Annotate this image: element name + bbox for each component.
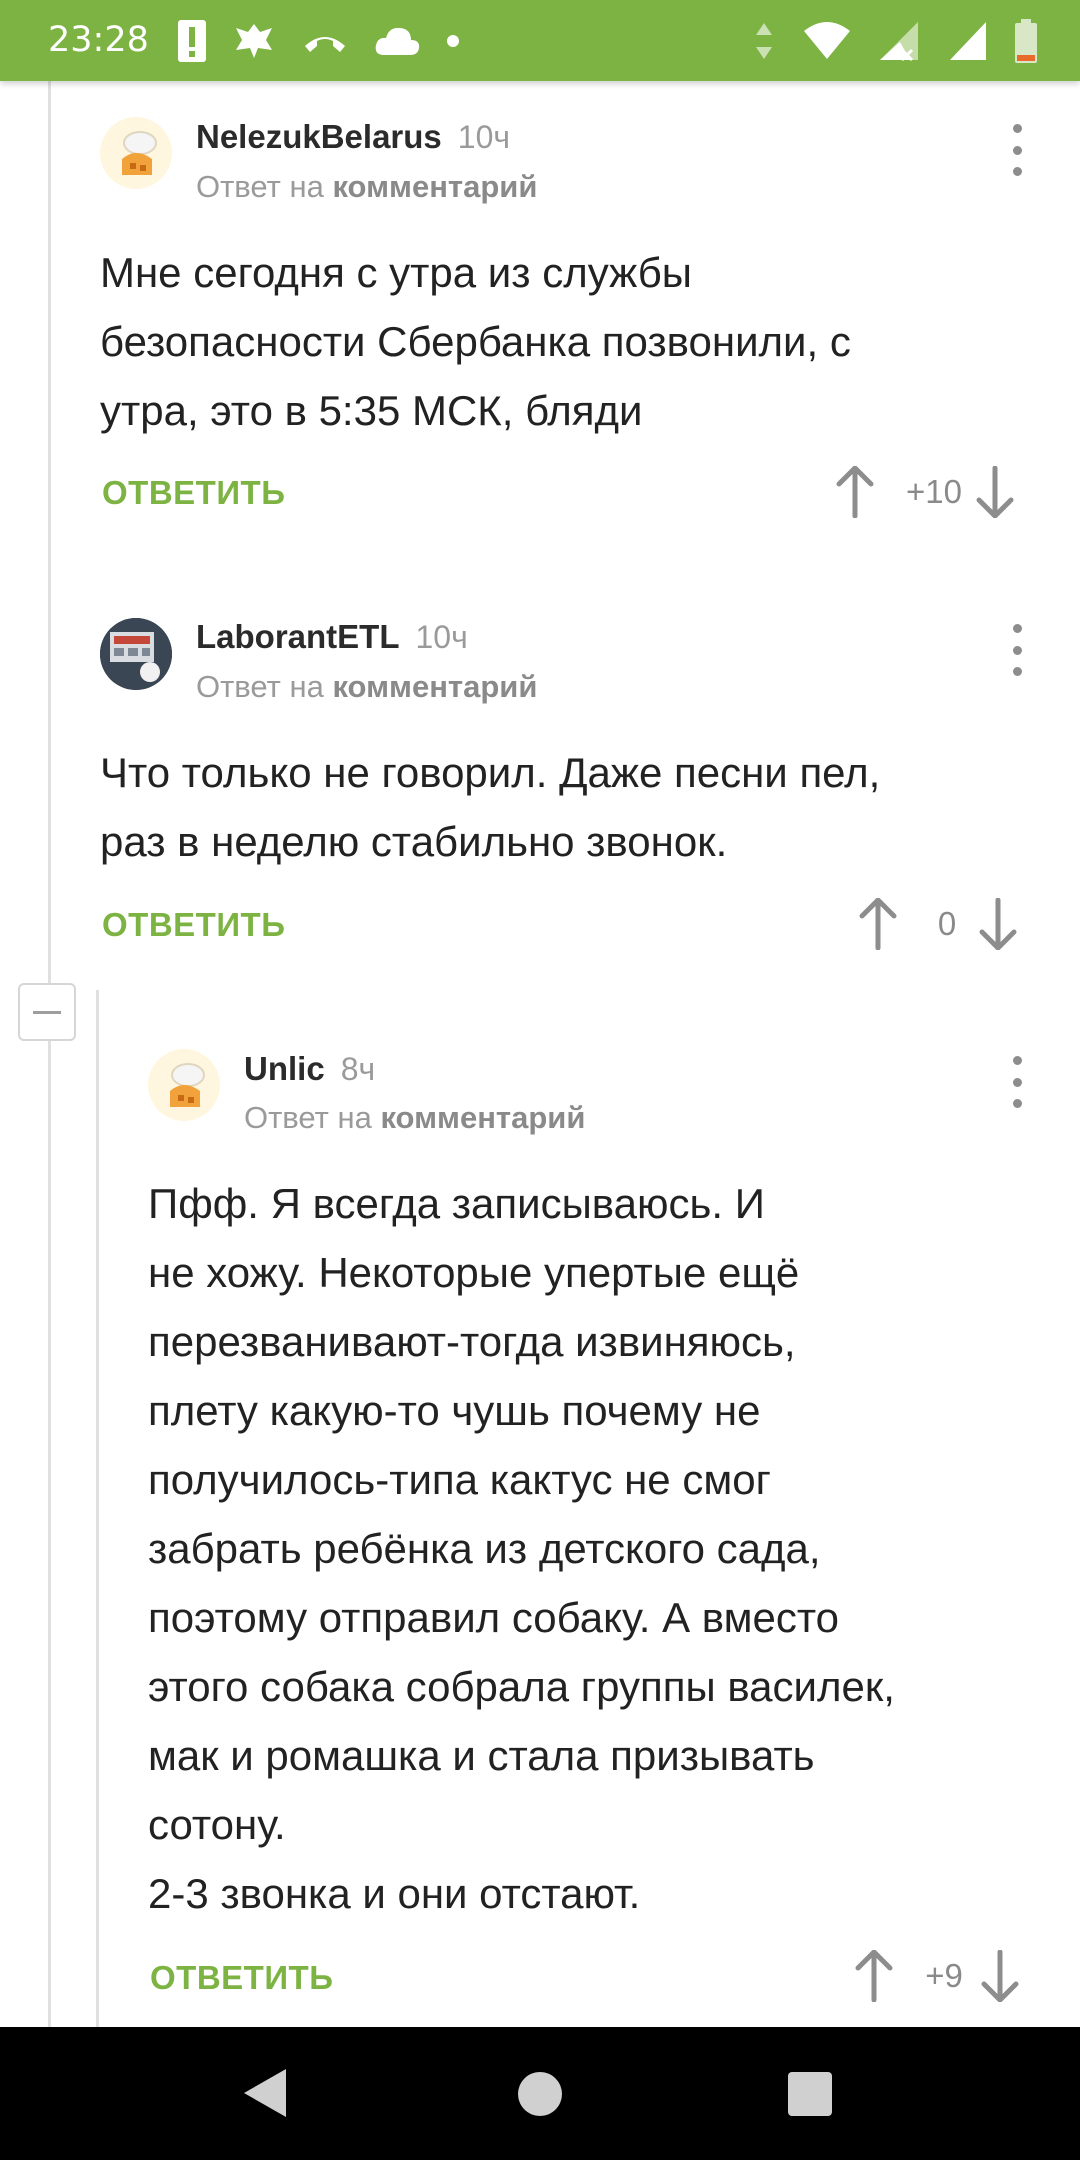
comment-text-line: Что только не говорил. Даже песни пел, (100, 749, 881, 796)
reply-button[interactable]: ОТВЕТИТЬ (102, 906, 285, 944)
avatar-pikabu-icon (122, 131, 157, 175)
battery-icon (1015, 19, 1037, 63)
upvote-arrow-icon[interactable] (859, 898, 897, 950)
comment-text-line: сотону. (148, 1801, 286, 1848)
thread-line-root (48, 81, 51, 2027)
cloud-icon (375, 27, 420, 55)
reply-to-link[interactable]: комментарий (332, 169, 537, 204)
signal-no-data-icon (880, 22, 918, 62)
comment-author[interactable]: NelezukBelarus (196, 118, 442, 156)
alert-icon (178, 20, 206, 62)
navigation-bar (0, 2027, 1080, 2160)
avatar-device-icon (100, 618, 172, 690)
comment-text-line: не хожу. Некоторые упертые ещё (148, 1249, 800, 1296)
emblem-icon (236, 24, 272, 58)
comment-time: 10ч (415, 619, 468, 655)
comment-time: 10ч (457, 119, 511, 155)
dot-icon (447, 35, 459, 47)
reply-to-label: Ответ на (196, 169, 324, 204)
comment-text-line: Пфф. Я всегда записываюсь. И (148, 1180, 765, 1227)
reply-to-link[interactable]: комментарий (380, 1100, 585, 1135)
comment-text-line: мак и ромашка и стала призывать (148, 1732, 815, 1779)
avatar[interactable] (100, 618, 172, 690)
comment-text-line: утра, это в 5:35 МСК, бляди (100, 387, 643, 434)
avatar[interactable] (148, 1049, 220, 1121)
vote-score: 0 (937, 905, 957, 942)
collapse-thread-button[interactable] (18, 983, 76, 1041)
downvote-arrow-icon[interactable] (976, 466, 1014, 518)
comment-text-line: 2-3 звонка и они отстают. (148, 1870, 641, 1917)
reply-to-label: Ответ на (244, 1100, 372, 1135)
upvote-arrow-icon[interactable] (836, 466, 874, 518)
status-bar: 23:28 (0, 0, 1080, 81)
comment-menu-button[interactable] (1002, 620, 1032, 680)
downvote-arrow-icon[interactable] (981, 1950, 1019, 2002)
status-time: 23:28 (48, 20, 149, 60)
comment-text-line: получилось-типа кактус не смог (148, 1456, 771, 1503)
reply-to-link[interactable]: комментарий (332, 669, 537, 704)
missed-call-icon (305, 37, 345, 52)
thread-line-nested (96, 990, 99, 2027)
avatar-pikabu-icon (170, 1063, 205, 1107)
upvote-arrow-icon[interactable] (855, 1950, 893, 2002)
comment-text-line: безопасности Сбербанка позвонили, с (100, 318, 851, 365)
vote-score: +10 (906, 473, 962, 510)
comment-text-line: перезванивают-тогда извиняюсь, (148, 1318, 796, 1365)
back-icon[interactable] (242, 2067, 288, 2119)
reply-to-label: Ответ на (196, 669, 324, 704)
comment-author[interactable]: Unlic (244, 1050, 325, 1088)
reply-button[interactable]: ОТВЕТИТЬ (150, 1959, 333, 1997)
recents-icon[interactable] (787, 2071, 833, 2117)
comment-time: 8ч (340, 1051, 376, 1087)
comment-text-line: плету какую-то чушь почему не (148, 1387, 761, 1434)
reply-button[interactable]: ОТВЕТИТЬ (102, 474, 285, 512)
vote-score: +9 (925, 1957, 963, 1994)
comment-text-line: этого собака собрала группы василек, (148, 1663, 895, 1710)
comment-menu-button[interactable] (1002, 120, 1032, 180)
comment-text-line: забрать ребёнка из детского сада, (148, 1525, 821, 1572)
data-arrows-icon (756, 23, 772, 59)
comment-author[interactable]: LaborantETL (196, 618, 400, 656)
home-icon[interactable] (517, 2071, 563, 2117)
signal-icon (950, 22, 986, 60)
comment-text-line: раз в неделю стабильно звонок. (100, 818, 728, 865)
downvote-arrow-icon[interactable] (979, 898, 1017, 950)
avatar[interactable] (100, 117, 172, 189)
wifi-icon (804, 22, 850, 59)
comment-text-line: поэтому отправил собаку. А вместо (148, 1594, 839, 1641)
comment-text-line: Мне сегодня с утра из службы (100, 249, 692, 296)
comment-menu-button[interactable] (1002, 1052, 1032, 1112)
